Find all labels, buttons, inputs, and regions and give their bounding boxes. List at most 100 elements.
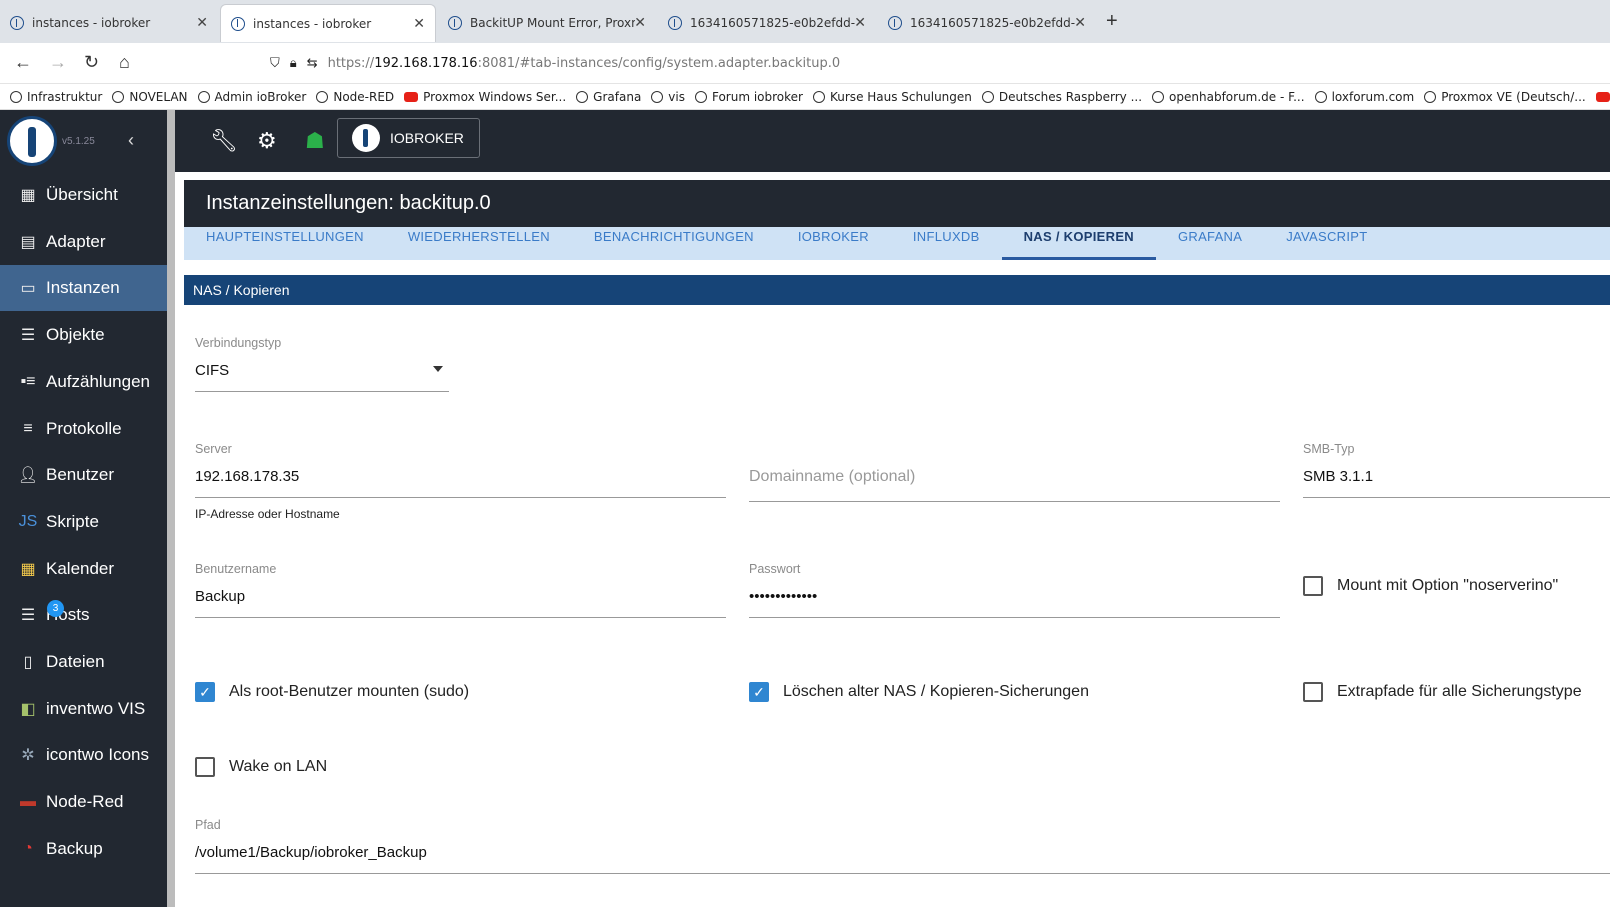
new-tab-button[interactable]: +: [1106, 10, 1118, 33]
tab-influxdb[interactable]: INFLUXDB: [891, 227, 1002, 260]
bookmark-item[interactable]: Kurse Haus Schulungen: [813, 90, 972, 104]
sidebar-divider[interactable]: [167, 110, 175, 907]
checkbox-checked-icon[interactable]: ✓: [195, 682, 215, 702]
sidebar: v5.1.25 ‹ ▦ Übersicht ▤ Adapter ▭ Instanzen ☰ O…: [0, 110, 167, 907]
bookmark-item[interactable]: Forum iobroker: [694, 89, 803, 104]
wake-on-lan-checkbox[interactable]: Wake on LAN: [195, 757, 327, 777]
bookmark-item[interactable]: Node-RED: [316, 90, 394, 104]
path-input[interactable]: /volume1/Backup/iobroker_Backup: [195, 844, 1610, 874]
sidebar-item-adapter[interactable]: ▤ Adapter: [0, 219, 167, 265]
sidebar-item-aufzählungen[interactable]: ▪≡ Aufzählungen: [0, 359, 167, 405]
smb-type-select[interactable]: SMB-Typ SMB 3.1.1: [1303, 442, 1610, 498]
section-title: NAS / Kopieren: [184, 275, 1610, 305]
bookmark-item[interactable]: NOVELAN: [112, 90, 188, 104]
sidebar-item-protokolle[interactable]: ≡ Protokolle: [0, 406, 167, 452]
extra-paths-checkbox[interactable]: Extrapfade für alle Sicherungstype: [1303, 682, 1582, 702]
checkbox-unchecked-icon[interactable]: [1303, 682, 1323, 702]
tab-benachrichtigungen[interactable]: BENACHRICHTIGUNGEN: [572, 227, 776, 260]
url-field[interactable]: ⛉ 🔒︎ ⇆ https://192.168.178.16:8081/#tab-…: [256, 48, 1610, 78]
bookmark-item[interactable]: Proxmox VE (Deutsch/...: [1424, 90, 1586, 104]
iobroker-favicon-icon: [10, 16, 24, 30]
path-field[interactable]: Pfad /volume1/Backup/iobroker_Backup: [195, 818, 1610, 874]
domain-field[interactable]: Domainname (optional): [749, 468, 1280, 502]
browser-tab-active[interactable]: instances - iobroker ✕: [220, 4, 436, 42]
sidebar-item-backup[interactable]: ◔ Backup: [0, 826, 167, 872]
tab-haupteinstellungen[interactable]: HAUPTEINSTELLUNGEN: [184, 227, 386, 260]
bookmark-item[interactable]: YouTube: [1595, 90, 1610, 104]
bookmark-item[interactable]: Grafana: [576, 90, 641, 104]
close-tab-icon[interactable]: ✕: [634, 15, 646, 31]
close-tab-icon[interactable]: ✕: [854, 15, 866, 31]
delete-old-checkbox[interactable]: ✓ Löschen alter NAS / Kopieren-Sicherung…: [749, 682, 1089, 702]
sidebar-item-skripte[interactable]: JS Skripte: [0, 499, 167, 545]
bookmark-item[interactable]: vis: [651, 90, 685, 104]
sidebar-item-dateien[interactable]: ▯ Dateien: [0, 639, 167, 685]
iobroker-logo-icon: [352, 124, 380, 152]
checkbox-unchecked-icon[interactable]: [1303, 576, 1323, 596]
noserverino-checkbox[interactable]: Mount mit Option "noserverino": [1303, 576, 1558, 596]
tab-grafana[interactable]: GRAFANA: [1156, 227, 1264, 260]
gear-icon[interactable]: ⚙: [257, 128, 277, 154]
lock-icon[interactable]: 🔒︎: [290, 56, 297, 71]
sidebar-item-icontwo-icons[interactable]: ✲ icontwo Icons: [0, 732, 167, 778]
tab-nas-kopieren[interactable]: NAS / KOPIEREN: [1001, 227, 1156, 260]
checkbox-unchecked-icon[interactable]: [195, 757, 215, 777]
bookmark-icon: [1314, 90, 1327, 103]
sidebar-item-node-red[interactable]: ▬ Node-Red: [0, 779, 167, 825]
close-tab-icon[interactable]: ✕: [413, 16, 425, 32]
bookmark-label: Deutsches Raspberry ...: [998, 89, 1143, 104]
expert-mode-icon[interactable]: ☗: [305, 128, 325, 154]
tab-javascript[interactable]: JAVASCRIPT: [1264, 227, 1389, 260]
bookmark-item[interactable]: Admin ioBroker: [197, 90, 306, 104]
browser-tab[interactable]: instances - iobroker ✕: [0, 4, 218, 42]
back-icon[interactable]: ←: [14, 52, 32, 73]
sidebar-item-instanzen[interactable]: ▭ Instanzen: [0, 265, 167, 312]
js-icon: JS: [18, 512, 38, 530]
sidebar-item-benutzer[interactable]: 👤︎ Benutzer: [0, 452, 167, 498]
bookmark-label: vis: [668, 89, 685, 104]
sidebar-item-objekte[interactable]: ☰ Objekte: [0, 312, 167, 358]
bookmark-item[interactable]: Proxmox Windows Ser...: [404, 90, 566, 104]
sidebar-item-kalender[interactable]: ▦ Kalender: [0, 546, 167, 592]
server-help-text: IP-Adresse oder Hostname: [195, 507, 340, 521]
bookmark-item[interactable]: Deutsches Raspberry ...: [981, 89, 1143, 104]
reload-icon[interactable]: ↻: [84, 52, 99, 73]
server-field[interactable]: Server 192.168.178.35 IP-Adresse oder Ho…: [195, 442, 726, 521]
home-icon[interactable]: ⌂: [119, 52, 130, 73]
browser-tab[interactable]: 1634160571825-e0b2efdd-05d8 ✕: [658, 4, 876, 42]
sudo-checkbox[interactable]: ✓ Als root-Benutzer mounten (sudo): [195, 682, 469, 702]
forward-icon[interactable]: →: [49, 52, 67, 73]
browser-tab[interactable]: BackitUP Mount Error, Proxmox ✕: [438, 4, 656, 42]
bookmark-item[interactable]: loxforum.com: [1314, 90, 1414, 104]
shield-icon[interactable]: ⛉: [270, 56, 280, 71]
sidebar-item-hosts[interactable]: ☰ 3 Hosts: [0, 592, 167, 638]
username-input[interactable]: Backup: [195, 588, 726, 618]
browser-tab[interactable]: 1634160571825-e0b2efdd-05d8 ✕: [878, 4, 1096, 42]
collapse-sidebar-icon[interactable]: ‹: [128, 130, 134, 151]
sidebar-item-inventwo-vis[interactable]: ◧ inventwo VIS: [0, 686, 167, 732]
bookmark-item[interactable]: Infrastruktur: [10, 90, 102, 104]
tab-iobroker[interactable]: IOBROKER: [776, 227, 891, 260]
verbindungstyp-value[interactable]: CIFS: [195, 362, 449, 392]
username-field[interactable]: Benutzername Backup: [195, 562, 726, 618]
password-field[interactable]: Passwort •••••••••••••: [749, 562, 1280, 618]
close-tab-icon[interactable]: ✕: [1074, 15, 1086, 31]
checkbox-checked-icon[interactable]: ✓: [749, 682, 769, 702]
dropdown-arrow-icon[interactable]: [433, 366, 443, 372]
tab-wiederherstellen[interactable]: WIEDERHERSTELLEN: [386, 227, 572, 260]
password-input[interactable]: •••••••••••••: [749, 588, 1280, 618]
server-input[interactable]: 192.168.178.35: [195, 468, 726, 498]
iobroker-host-button[interactable]: IOBROKER: [337, 118, 480, 158]
sidebar-item-label: Skripte: [46, 511, 99, 531]
bookmark-item[interactable]: openhabforum.de - F...: [1152, 90, 1305, 104]
permissions-icon[interactable]: ⇆: [307, 56, 318, 71]
verbindungstyp-select[interactable]: Verbindungstyp CIFS: [195, 336, 449, 392]
close-tab-icon[interactable]: ✕: [196, 15, 208, 31]
smb-type-value[interactable]: SMB 3.1.1: [1303, 468, 1610, 498]
iobroker-logo[interactable]: [7, 116, 57, 166]
wrench-icon[interactable]: 🔧︎: [210, 128, 238, 154]
domain-input[interactable]: Domainname (optional): [749, 468, 1280, 502]
bookmark-label: Forum iobroker: [711, 89, 803, 104]
hosts-icon: ☰ 3: [17, 600, 64, 624]
sidebar-item-übersicht[interactable]: ▦ Übersicht: [0, 172, 167, 218]
